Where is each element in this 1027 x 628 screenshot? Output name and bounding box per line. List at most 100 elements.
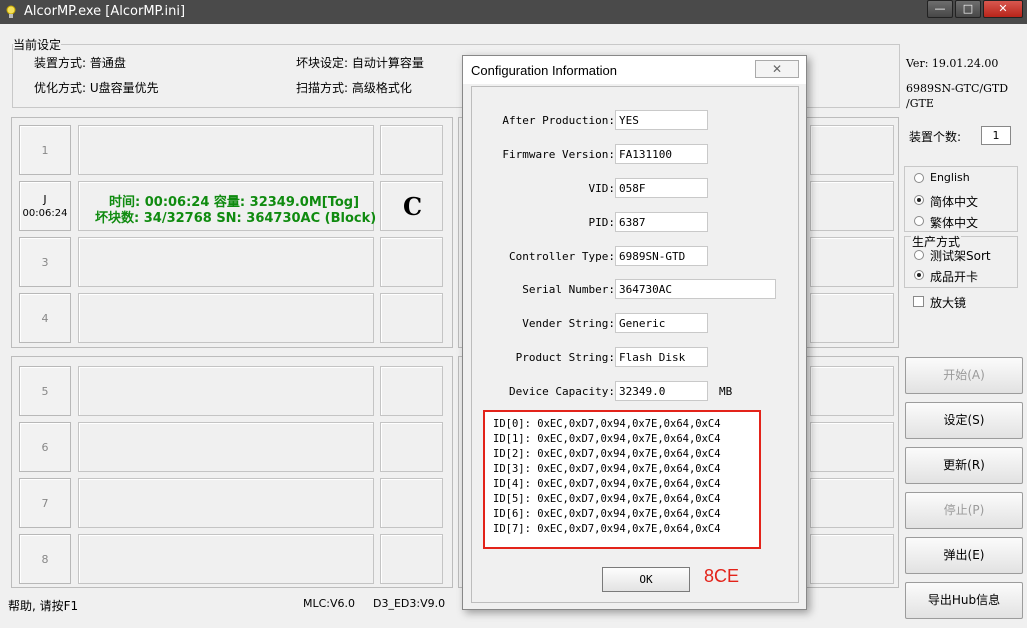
- flash-id-line: ID[4]: 0xEC,0xD7,0x94,0x7E,0x64,0xC4: [493, 478, 721, 490]
- dialog-title: Configuration Information: [471, 63, 617, 78]
- slot-5-status: [78, 366, 374, 416]
- slot-8-status: [78, 534, 374, 584]
- minimize-button[interactable]: —: [927, 0, 953, 18]
- slot-r1-drive: [810, 125, 894, 175]
- refresh-button[interactable]: 更新(R): [905, 447, 1023, 484]
- controller-label: Controller Type:: [509, 250, 615, 263]
- slot-1-drive: [380, 125, 443, 175]
- flash-id-line: ID[6]: 0xEC,0xD7,0x94,0x7E,0x64,0xC4: [493, 508, 721, 520]
- device-mode-text: 装置方式: 普通盘: [34, 56, 126, 70]
- magnifier-label: 放大镜: [930, 296, 967, 310]
- slot-3-drive: [380, 237, 443, 287]
- after-production-field[interactable]: YES: [615, 110, 708, 130]
- lang-traditional-radio[interactable]: [914, 216, 924, 226]
- slot-2-time: 00:06:24: [22, 208, 68, 219]
- lang-simplified-radio[interactable]: [914, 195, 924, 205]
- status-help: 帮助, 请按F1: [8, 599, 79, 613]
- vender-field[interactable]: Generic: [615, 313, 708, 333]
- capacity-field[interactable]: 32349.0: [615, 381, 708, 401]
- lang-simplified-label: 简体中文: [930, 195, 979, 209]
- product-field[interactable]: Flash Disk: [615, 347, 708, 367]
- slot-8-button[interactable]: 8: [19, 534, 71, 584]
- flash-id-line: ID[3]: 0xEC,0xD7,0x94,0x7E,0x64,0xC4: [493, 463, 721, 475]
- ok-button[interactable]: OK: [602, 567, 690, 592]
- prod-sort-radio[interactable]: [914, 250, 924, 260]
- vid-field[interactable]: 058F: [615, 178, 708, 198]
- slot-4-drive: [380, 293, 443, 343]
- capacity-unit: MB: [719, 385, 733, 398]
- vid-label: VID:: [588, 182, 616, 195]
- slot-4-button[interactable]: 4: [19, 293, 71, 343]
- slot-6-drive: [380, 422, 443, 472]
- export-hub-button[interactable]: 导出Hub信息: [905, 582, 1023, 619]
- flash-id-line: ID[5]: 0xEC,0xD7,0x94,0x7E,0x64,0xC4: [493, 493, 721, 505]
- slot-2-drive: C: [380, 181, 443, 231]
- lang-english-radio[interactable]: [914, 173, 924, 183]
- after-production-label: After Production:: [502, 114, 615, 127]
- slot-2-status: 时间: 00:06:24 容量: 32349.0M[Tog] 坏块数: 34/3…: [78, 181, 377, 231]
- slot-4-status: [78, 293, 374, 343]
- lang-english-label: English: [930, 171, 970, 184]
- magnifier-checkbox[interactable]: [913, 296, 924, 307]
- scan-mode-text: 扫描方式: 高级格式化: [296, 81, 412, 95]
- slot-1-button[interactable]: 1: [19, 125, 71, 175]
- firmware-label: Firmware Version:: [502, 148, 615, 161]
- prod-finished-label: 成品开卡: [930, 270, 979, 284]
- slot-2-button[interactable]: J 00:06:24: [19, 181, 71, 231]
- serial-label: Serial Number:: [522, 283, 615, 296]
- slot-r8-drive: [810, 534, 894, 584]
- chip-type-line2: /GTE: [906, 97, 934, 110]
- slot-3-status: [78, 237, 374, 287]
- capacity-label: Device Capacity:: [509, 385, 615, 398]
- device-count-field[interactable]: 1: [981, 126, 1011, 145]
- slot-6-status: [78, 422, 374, 472]
- slot-r4-drive: [810, 293, 894, 343]
- bad-block-text: 坏块设定: 自动计算容量: [296, 56, 424, 70]
- optimize-text: 优化方式: U盘容量优先: [34, 81, 159, 95]
- slot-7-button[interactable]: 7: [19, 478, 71, 528]
- dialog-close-button[interactable]: ✕: [755, 60, 799, 78]
- settings-button[interactable]: 设定(S): [905, 402, 1023, 439]
- annotation-8ce: 8CE: [704, 566, 740, 586]
- flash-id-line: ID[1]: 0xEC,0xD7,0x94,0x7E,0x64,0xC4: [493, 433, 721, 445]
- device-count-label: 装置个数:: [909, 130, 962, 144]
- slot-5-button[interactable]: 5: [19, 366, 71, 416]
- maximize-button[interactable]: □: [955, 0, 981, 18]
- slot-3-button[interactable]: 3: [19, 237, 71, 287]
- product-label: Product String:: [515, 351, 615, 364]
- firmware-field[interactable]: FA131100: [615, 144, 708, 164]
- slot-6-button[interactable]: 6: [19, 422, 71, 472]
- prod-finished-radio[interactable]: [914, 270, 924, 280]
- flash-id-list: ID[0]: 0xEC,0xD7,0x94,0x7E,0x64,0xC4 ID[…: [483, 410, 761, 549]
- version-text: Ver: 19.01.24.00: [906, 57, 999, 70]
- slot-r2-drive: [810, 181, 894, 231]
- prod-sort-label: 测试架Sort: [930, 249, 991, 263]
- slot-r3-drive: [810, 237, 894, 287]
- pid-field[interactable]: 6387: [615, 212, 708, 232]
- slot-5-drive: [380, 366, 443, 416]
- close-button[interactable]: ✕: [983, 0, 1023, 18]
- current-settings-legend: 当前设定: [13, 38, 62, 52]
- slot-2-letter: J: [43, 193, 47, 206]
- flash-id-line: ID[2]: 0xEC,0xD7,0x94,0x7E,0x64,0xC4: [493, 448, 721, 460]
- slot-1-status: [78, 125, 374, 175]
- vender-label: Vender String:: [522, 317, 615, 330]
- dialog-title-bar: Configuration Information ✕: [463, 56, 806, 84]
- start-button[interactable]: 开始(A): [905, 357, 1023, 394]
- title-bar: AlcorMP.exe [AlcorMP.ini] — □ ✕: [0, 0, 1027, 24]
- pid-label: PID:: [588, 216, 616, 229]
- slot-r5-drive: [810, 366, 894, 416]
- window-title: AlcorMP.exe [AlcorMP.ini]: [24, 4, 186, 19]
- controller-field[interactable]: 6989SN-GTD: [615, 246, 708, 266]
- slot-2-badblock-sn: 坏块数: 34/32768 SN: 364730AC (Block): [95, 211, 377, 226]
- serial-field[interactable]: 364730AC: [615, 279, 776, 299]
- config-info-dialog: Configuration Information ✕ After Produc…: [462, 55, 807, 610]
- slot-7-status: [78, 478, 374, 528]
- drive-letter: C: [403, 192, 423, 221]
- dialog-body: After Production: YES Firmware Version: …: [471, 86, 799, 603]
- flash-id-line: ID[7]: 0xEC,0xD7,0x94,0x7E,0x64,0xC4: [493, 523, 721, 535]
- eject-button[interactable]: 弹出(E): [905, 537, 1023, 574]
- stop-button[interactable]: 停止(P): [905, 492, 1023, 529]
- status-d3: D3_ED3:V9.0: [373, 597, 446, 610]
- slot-r7-drive: [810, 478, 894, 528]
